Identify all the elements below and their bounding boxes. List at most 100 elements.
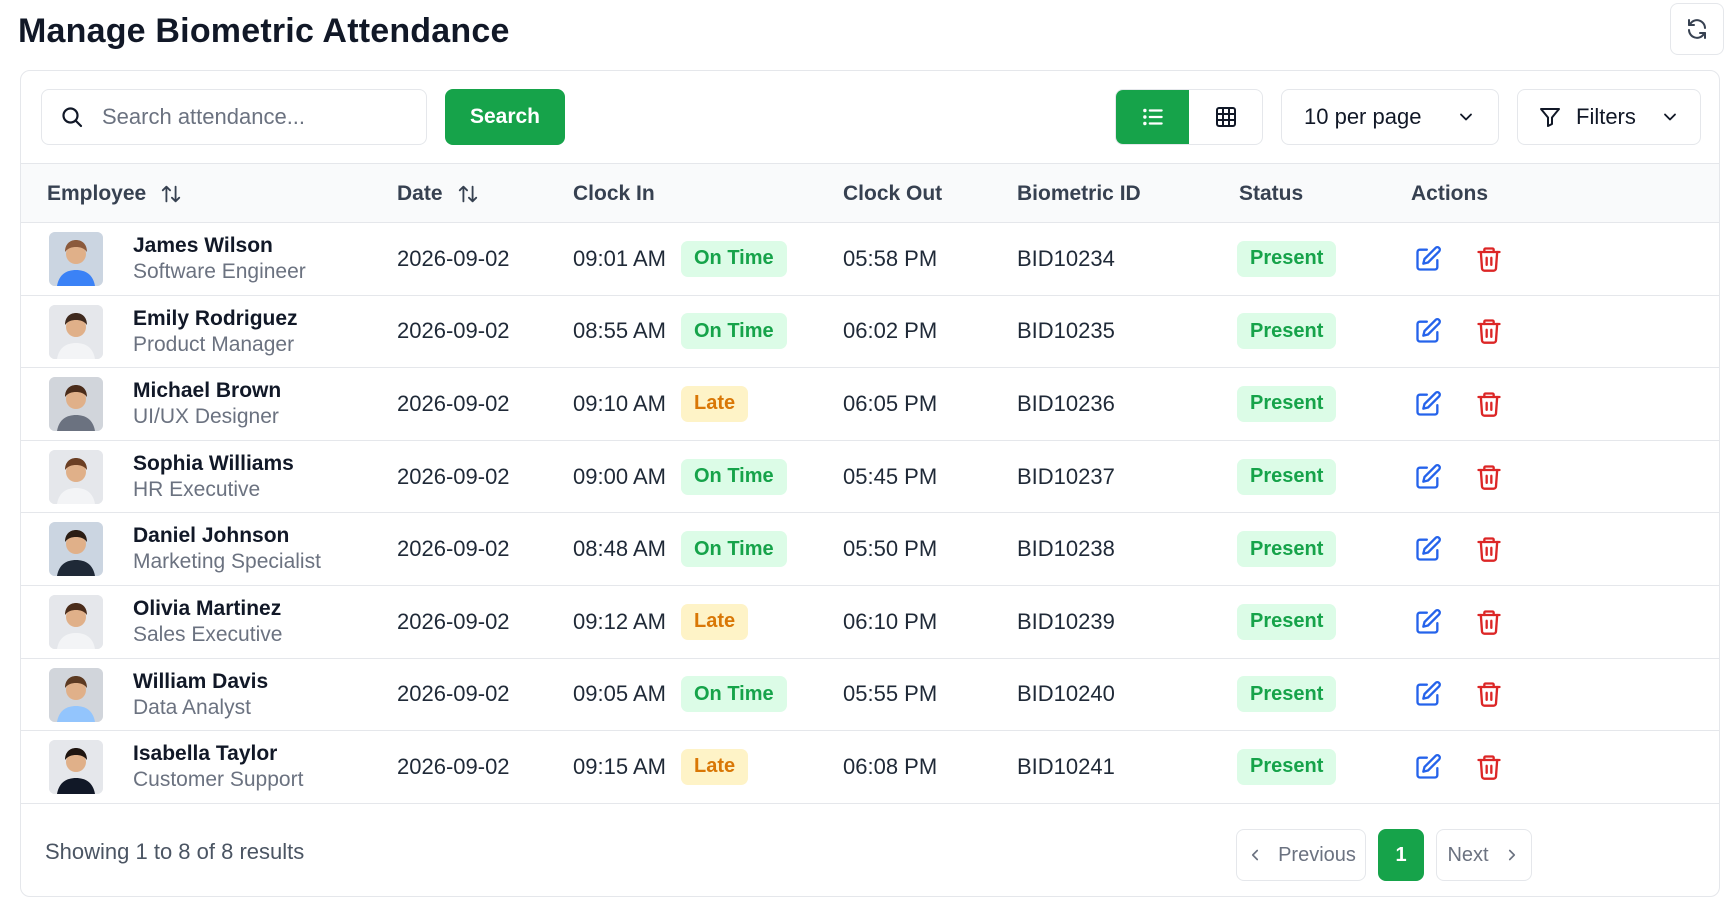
edit-button[interactable] — [1414, 586, 1442, 658]
trash-icon — [1477, 319, 1501, 345]
clock-out-cell: 06:02 PM — [843, 318, 938, 344]
employee-info: William Davis Data Analyst — [133, 669, 268, 721]
punctuality-cell: Late — [681, 368, 749, 440]
status-badge: Present — [1237, 676, 1337, 713]
column-employee[interactable]: Employee — [47, 164, 182, 224]
column-actions: Actions — [1411, 164, 1488, 224]
table-row: Emily Rodriguez Product Manager 2026-09-… — [21, 296, 1719, 369]
avatar-image — [49, 667, 103, 722]
employee-name: Emily Rodriguez — [133, 306, 298, 330]
edit-button[interactable] — [1414, 731, 1442, 803]
biometric-id-cell: BID10234 — [1017, 245, 1115, 271]
avatar-image — [49, 740, 103, 795]
delete-button[interactable] — [1475, 513, 1503, 585]
search-icon — [42, 105, 102, 129]
edit-button[interactable] — [1414, 441, 1442, 513]
biometric-id-cell: BID10235 — [1017, 318, 1115, 344]
employee-name: Sophia Williams — [133, 451, 294, 475]
previous-label: Previous — [1278, 843, 1356, 866]
edit-icon — [1416, 536, 1441, 561]
clock-in-cell: 09:01 AM — [573, 245, 666, 271]
filters-button[interactable]: Filters — [1517, 89, 1701, 145]
status-badge: Present — [1237, 531, 1337, 568]
avatar — [49, 522, 103, 577]
avatar — [49, 232, 103, 286]
column-label: Clock Out — [843, 182, 943, 205]
column-clock-out: Clock Out — [843, 164, 942, 224]
punctuality-cell: On Time — [681, 296, 787, 368]
date-cell: 2026-09-02 — [397, 536, 510, 562]
employee-info: James Wilson Software Engineer — [133, 233, 306, 285]
column-date[interactable]: Date — [397, 164, 479, 224]
clock-in-cell: 09:10 AM — [573, 390, 666, 416]
avatar — [49, 740, 103, 795]
employee-name: William Davis — [133, 669, 269, 693]
punctuality-badge: On Time — [681, 676, 787, 713]
punctuality-badge: Late — [681, 748, 749, 785]
table-body: James Wilson Software Engineer 2026-09-0… — [21, 223, 1719, 804]
date-cell: 2026-09-02 — [397, 681, 510, 707]
chevron-down-icon — [1460, 113, 1472, 121]
edit-button[interactable] — [1414, 659, 1442, 731]
column-label: Actions — [1411, 182, 1489, 205]
employee-role: UI/UX Designer — [133, 405, 279, 429]
employee-role: Customer Support — [133, 768, 304, 792]
sort-icon[interactable] — [457, 183, 479, 205]
per-page-select[interactable]: 10 per page — [1281, 89, 1499, 145]
date-cell: 2026-09-02 — [397, 318, 510, 344]
edit-button[interactable] — [1414, 368, 1442, 440]
search-input[interactable] — [102, 104, 412, 130]
status-badge: Present — [1237, 240, 1337, 277]
status-cell: Present — [1237, 513, 1337, 585]
date-cell: 2026-09-02 — [397, 753, 510, 779]
edit-icon — [1416, 245, 1441, 271]
status-cell: Present — [1237, 296, 1337, 368]
next-page-button[interactable]: Next — [1436, 829, 1532, 881]
clock-out-cell: 06:10 PM — [843, 608, 938, 634]
column-label: Biometric ID — [1017, 182, 1141, 205]
view-toggle — [1115, 89, 1263, 145]
avatar-image — [49, 377, 103, 432]
employee-role: Software Engineer — [133, 260, 306, 283]
date-cell: 2026-09-02 — [397, 390, 510, 416]
edit-button[interactable] — [1414, 296, 1442, 368]
page-title: Manage Biometric Attendance — [18, 12, 510, 50]
punctuality-badge: On Time — [681, 458, 787, 495]
column-biometric-id: Biometric ID — [1017, 164, 1141, 224]
page-1-button[interactable]: 1 — [1378, 829, 1424, 881]
avatar — [49, 449, 103, 504]
search-button[interactable]: Search — [445, 89, 565, 145]
results-summary: Showing 1 to 8 of 8 results — [45, 838, 305, 864]
delete-button[interactable] — [1475, 731, 1503, 803]
column-clock-in: Clock In — [573, 164, 655, 224]
status-cell: Present — [1237, 368, 1337, 440]
delete-button[interactable] — [1475, 659, 1503, 731]
table-row: Sophia Williams HR Executive 2026-09-02 … — [21, 441, 1719, 514]
refresh-button[interactable] — [1670, 3, 1724, 55]
sort-icon[interactable] — [160, 183, 182, 205]
per-page-value: 10 per page — [1304, 104, 1422, 129]
grid-view-button[interactable] — [1189, 90, 1262, 144]
clock-out-cell: 05:45 PM — [843, 463, 938, 489]
delete-button[interactable] — [1475, 586, 1503, 658]
delete-button[interactable] — [1475, 223, 1503, 295]
delete-button[interactable] — [1475, 368, 1503, 440]
employee-role: Data Analyst — [133, 695, 251, 719]
delete-button[interactable] — [1475, 296, 1503, 368]
employee-info: Daniel Johnson Marketing Specialist — [133, 523, 321, 575]
delete-button[interactable] — [1475, 441, 1503, 513]
clock-in-cell: 09:12 AM — [573, 608, 666, 634]
list-view-button[interactable] — [1116, 90, 1189, 144]
edit-icon — [1416, 463, 1441, 489]
search-box[interactable] — [41, 89, 427, 145]
edit-icon — [1416, 318, 1441, 344]
table-row: Isabella Taylor Customer Support 2026-09… — [21, 731, 1719, 804]
edit-icon — [1416, 681, 1441, 707]
trash-icon — [1477, 464, 1501, 490]
edit-button[interactable] — [1414, 513, 1442, 585]
chevron-down-icon — [1664, 113, 1676, 121]
refresh-icon — [1688, 19, 1706, 39]
edit-button[interactable] — [1414, 223, 1442, 295]
previous-page-button[interactable]: Previous — [1236, 829, 1366, 881]
clock-out-cell: 05:50 PM — [843, 536, 938, 562]
